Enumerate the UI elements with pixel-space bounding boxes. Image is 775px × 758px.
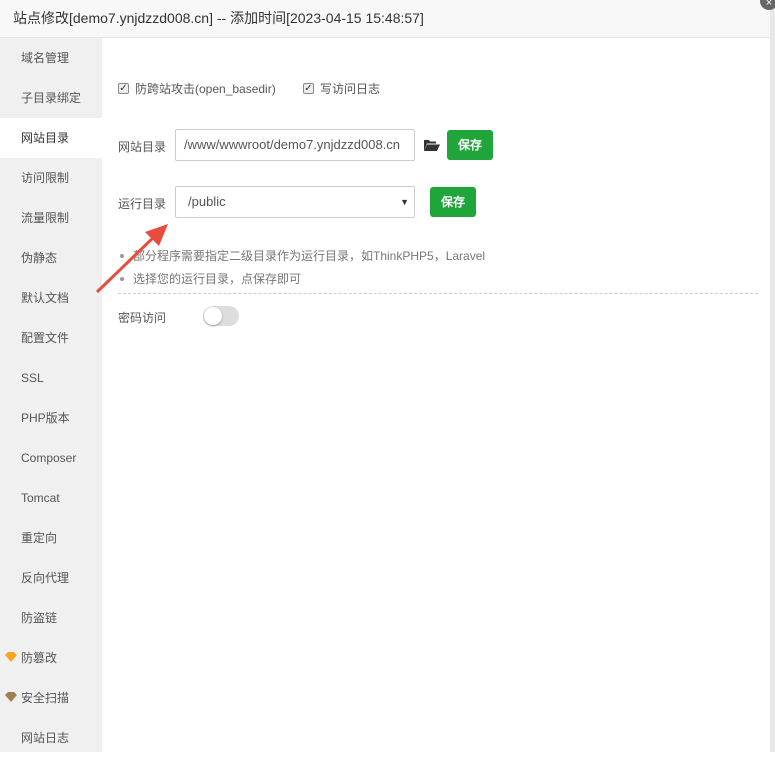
window-title: 站点修改[demo7.ynjdzzd008.cn] -- 添加时间[2023-0… [0, 0, 770, 38]
sidebar-item-domain[interactable]: 域名管理 [0, 38, 102, 78]
sidebar-item-config[interactable]: 配置文件 [0, 318, 102, 358]
sidebar-item-composer[interactable]: Composer [0, 438, 102, 478]
sidebar-item-label: 防篡改 [21, 651, 58, 665]
sidebar-item-php[interactable]: PHP版本 [0, 398, 102, 438]
sidebar-item-subdir[interactable]: 子目录绑定 [0, 78, 102, 118]
checkbox-checked-icon[interactable]: ✓ [118, 83, 129, 94]
sidebar-item-label: 安全扫描 [21, 691, 70, 705]
sidebar-item-access-limit[interactable]: 访问限制 [0, 158, 102, 198]
sidebar: 域名管理 子目录绑定 网站目录 访问限制 流量限制 伪静态 默认文档 配置文件 … [0, 38, 102, 752]
sidebar-item-hotlink[interactable]: 防盗链 [0, 598, 102, 638]
sidebar-item-redirect[interactable]: 重定向 [0, 518, 102, 558]
sidebar-item-ssl[interactable]: SSL [0, 358, 102, 398]
sidebar-item-default-doc[interactable]: 默认文档 [0, 278, 102, 318]
sidebar-item-tomcat[interactable]: Tomcat [0, 478, 102, 518]
run-dir-select[interactable]: /public ▼ [175, 186, 415, 218]
sidebar-item-site-log[interactable]: 网站日志 [0, 718, 102, 758]
sidebar-item-tamper[interactable]: 防篡改 [0, 638, 102, 678]
sidebar-item-site-dir[interactable]: 网站目录 [0, 118, 102, 158]
sidebar-item-rewrite[interactable]: 伪静态 [0, 238, 102, 278]
main-panel: ✓ 防跨站攻击(open_basedir) ✓ 写访问日志 网站目录 /www/… [102, 38, 770, 752]
caret-down-icon: ▼ [400, 197, 409, 207]
gem-icon [5, 692, 17, 702]
divider [118, 293, 758, 294]
sidebar-item-security-scan[interactable]: 安全扫描 [0, 678, 102, 718]
run-dir-label: 运行目录 [118, 197, 167, 211]
site-dir-label: 网站目录 [118, 140, 167, 154]
access-log-checkbox[interactable]: ✓ 写访问日志 [303, 80, 380, 97]
background-page [770, 0, 775, 752]
sidebar-item-proxy[interactable]: 反向代理 [0, 558, 102, 598]
password-access-toggle[interactable] [203, 306, 239, 326]
run-dir-value: /public [188, 194, 226, 209]
save-run-dir-button[interactable]: 保存 [430, 187, 476, 217]
folder-open-icon[interactable] [424, 139, 440, 152]
sidebar-item-traffic-limit[interactable]: 流量限制 [0, 198, 102, 238]
gem-icon [5, 652, 17, 662]
anti-xss-checkbox[interactable]: ✓ 防跨站攻击(open_basedir) [118, 80, 276, 97]
checkbox-checked-icon[interactable]: ✓ [303, 83, 314, 94]
checkbox-label: 防跨站攻击(open_basedir) [135, 82, 276, 96]
site-dir-input[interactable]: /www/wwwroot/demo7.ynjdzzd008.cn [175, 129, 415, 161]
checkbox-label: 写访问日志 [320, 82, 381, 96]
annotation-arrow-icon [95, 224, 168, 294]
password-access-label: 密码访问 [118, 311, 167, 325]
save-site-dir-button[interactable]: 保存 [447, 130, 493, 160]
